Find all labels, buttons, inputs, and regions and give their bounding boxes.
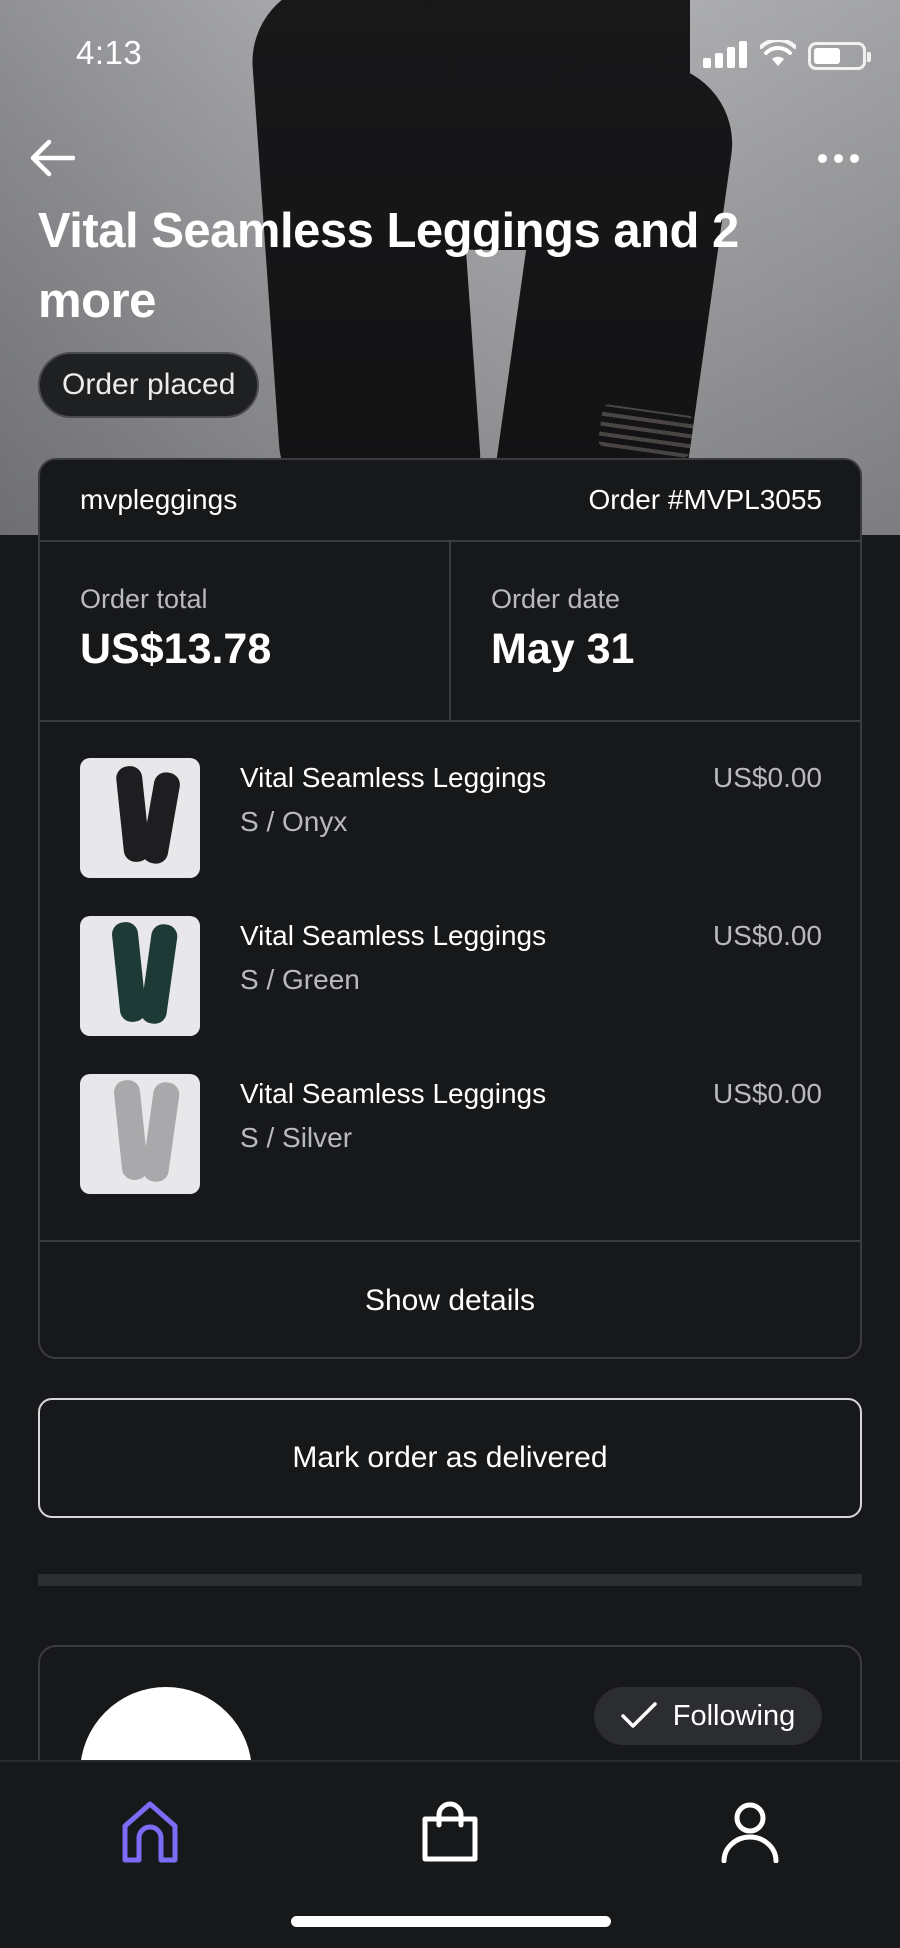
following-button[interactable]: Following <box>594 1687 822 1745</box>
order-date-label: Order date <box>491 584 621 614</box>
back-button[interactable] <box>24 130 80 186</box>
status-bar: 4:13 <box>0 0 900 110</box>
item-price: US$0.00 <box>713 762 822 793</box>
section-divider <box>38 1574 862 1586</box>
product-thumbnail <box>80 758 200 878</box>
order-date: Order date May 31 <box>449 542 860 720</box>
dot <box>817 153 827 163</box>
mark-delivered-button[interactable]: Mark order as delivered <box>38 1398 862 1518</box>
order-total: Order total US$13.78 <box>40 542 449 720</box>
tab-profile[interactable] <box>700 1782 800 1882</box>
item-variant: S / Onyx <box>240 806 348 837</box>
list-item[interactable]: Vital Seamless Leggings S / Silver US$0.… <box>80 1074 822 1232</box>
list-item[interactable]: Vital Seamless Leggings S / Green US$0.0… <box>80 916 822 1074</box>
wifi-icon <box>760 40 796 66</box>
show-details-button[interactable]: Show details <box>40 1242 860 1357</box>
product-thumbnail <box>80 1074 200 1194</box>
home-icon <box>122 1801 178 1863</box>
tab-home[interactable] <box>100 1782 200 1882</box>
checkmark-icon <box>621 1702 657 1728</box>
order-items-list: Vital Seamless Leggings S / Onyx US$0.00… <box>40 722 860 1242</box>
battery-icon <box>808 42 871 70</box>
dot <box>833 153 843 163</box>
order-card-header: mvpleggings Order #MVPL3055 <box>40 460 860 542</box>
product-thumbnail <box>80 916 200 1036</box>
item-variant: S / Green <box>240 964 360 995</box>
order-number: Order #MVPL3055 <box>588 484 822 515</box>
home-indicator[interactable] <box>291 1916 611 1927</box>
item-variant: S / Silver <box>240 1122 353 1153</box>
arrow-left-icon <box>30 139 75 177</box>
dot <box>849 153 859 163</box>
item-name: Vital Seamless Leggings <box>240 920 547 951</box>
item-name: Vital Seamless Leggings <box>240 1078 547 1109</box>
order-summary: Order total US$13.78 Order date May 31 <box>40 542 860 722</box>
order-card: mvpleggings Order #MVPL3055 Order total … <box>38 458 862 1359</box>
following-label: Following <box>672 1699 796 1732</box>
page-title: Vital Seamless Leggings and 2 more <box>38 204 739 328</box>
cellular-signal-icon <box>703 40 747 68</box>
tab-shop[interactable] <box>400 1782 500 1882</box>
order-date-value: May 31 <box>491 625 635 673</box>
status-time: 4:13 <box>76 34 143 71</box>
order-total-label: Order total <box>80 584 208 614</box>
order-status-badge: Order placed <box>38 352 260 418</box>
item-name: Vital Seamless Leggings <box>240 762 547 793</box>
list-item[interactable]: Vital Seamless Leggings S / Onyx US$0.00 <box>80 758 822 916</box>
item-price: US$0.00 <box>713 920 822 951</box>
profile-icon <box>721 1802 779 1863</box>
order-total-value: US$13.78 <box>80 625 272 673</box>
shopping-bag-icon <box>422 1801 478 1862</box>
shop-name: mvpleggings <box>80 484 238 515</box>
item-price: US$0.00 <box>713 1078 822 1109</box>
more-options-button[interactable] <box>808 135 868 181</box>
